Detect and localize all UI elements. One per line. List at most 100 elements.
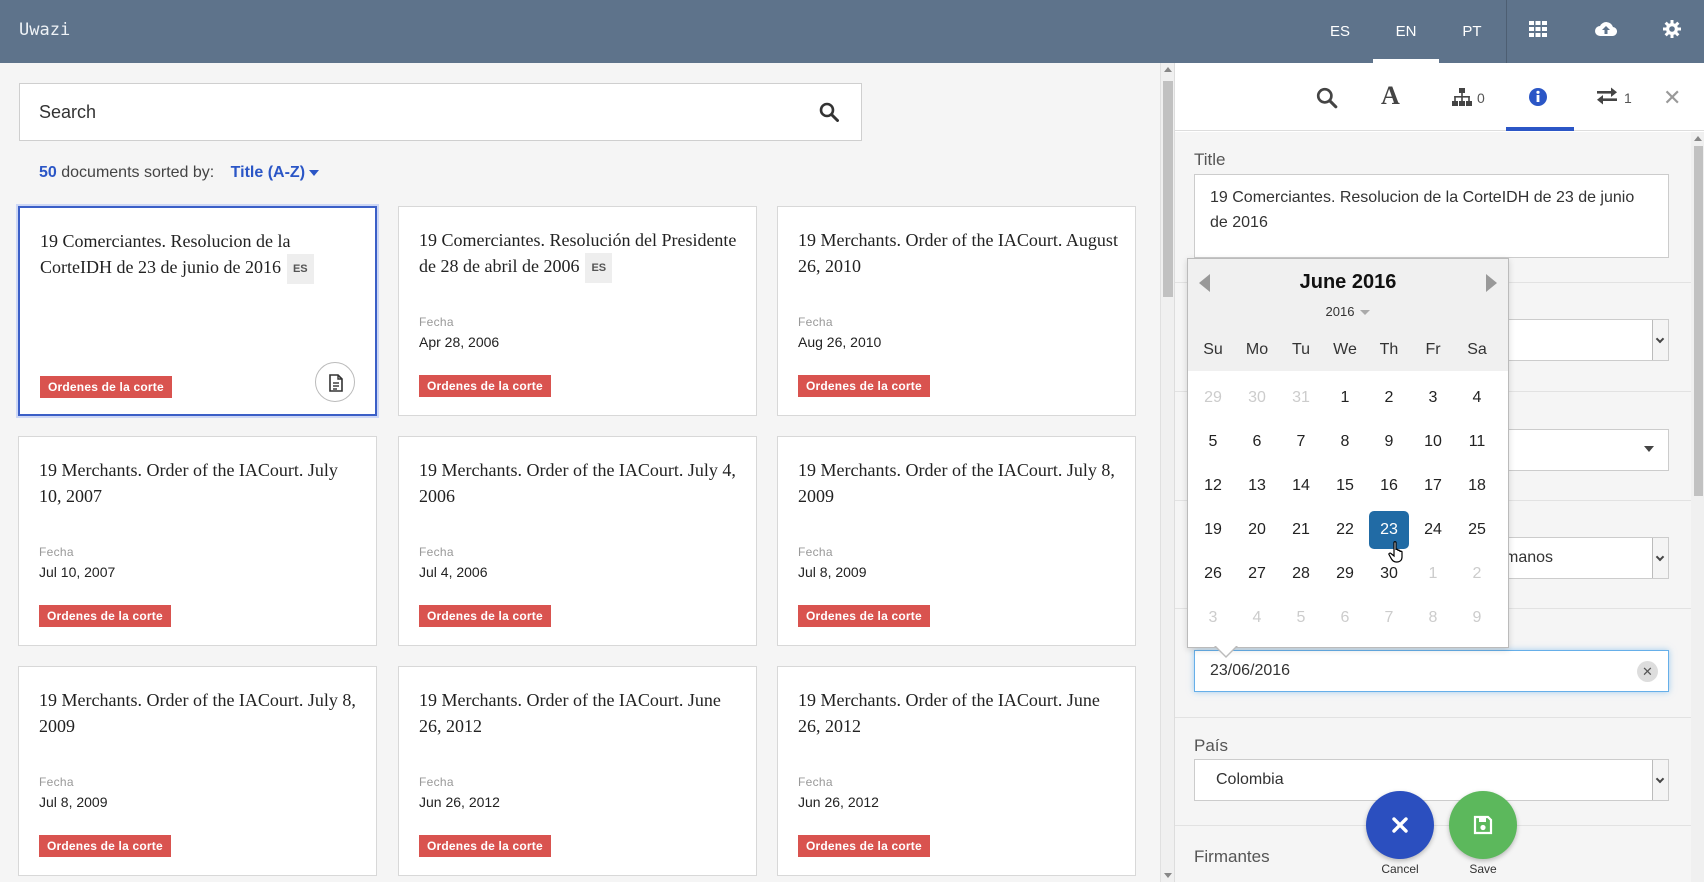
clear-date-icon[interactable]: ✕ [1637,661,1658,682]
calendar-day[interactable]: 2 [1369,379,1409,417]
scroll-down-arrow-icon[interactable] [1164,873,1172,878]
gear-icon[interactable] [1662,19,1686,43]
calendar-day[interactable]: 8 [1325,423,1365,461]
calendar-day[interactable]: 19 [1193,511,1233,549]
calendar-day[interactable]: 3 [1193,599,1233,637]
next-month-icon[interactable] [1486,274,1497,292]
calendar-day[interactable]: 7 [1281,423,1321,461]
pais-select[interactable]: Colombia [1194,759,1669,801]
cloud-upload-icon[interactable] [1595,19,1619,43]
lang-en[interactable]: EN [1373,0,1439,63]
calendar-day[interactable]: 6 [1237,423,1277,461]
document-card[interactable]: 19 Merchants. Order of the IACourt. July… [18,436,377,646]
calendar-day[interactable]: 9 [1369,423,1409,461]
calendar-day[interactable]: 1 [1325,379,1365,417]
tab-text[interactable]: A [1361,63,1429,131]
grid-icon[interactable] [1528,19,1552,43]
scrollbar-thumb[interactable] [1694,146,1703,496]
calendar-day[interactable]: 14 [1281,467,1321,505]
search-input[interactable]: Search [19,83,862,141]
scrollbar-thumb[interactable] [1163,81,1173,297]
document-card[interactable]: 19 Merchants. Order of the IACourt. July… [18,666,377,876]
metadata-value: Jul 8, 2009 [798,564,867,580]
calendar-day[interactable]: 20 [1237,511,1277,549]
tab-relationships[interactable]: 1 [1574,63,1642,131]
document-title: 19 Merchants. Order of the IACourt. July… [39,690,356,736]
sort-dropdown[interactable]: Title (A-Z) [231,164,320,181]
document-card[interactable]: 19 Merchants. Order of the IACourt. July… [777,436,1136,646]
hand-cursor-icon [1388,541,1406,568]
calendar-day[interactable]: 18 [1457,467,1497,505]
document-card[interactable]: 19 Merchants. Order of the IACourt. Augu… [777,206,1136,416]
calendar-day[interactable]: 17 [1413,467,1453,505]
calendar-day[interactable]: 22 [1325,511,1365,549]
language-badge: ES [585,253,613,283]
metadata-value: Jun 26, 2012 [419,794,500,810]
calendar-day[interactable]: 29 [1325,555,1365,593]
save-label[interactable]: Save [1443,862,1523,876]
calendar-day[interactable]: 4 [1237,599,1277,637]
calendar-day[interactable]: 28 [1281,555,1321,593]
calendar-day[interactable]: 5 [1281,599,1321,637]
scroll-up-arrow-icon[interactable] [1164,67,1172,72]
tab-info[interactable] [1506,63,1574,131]
datepicker-month: June 2016 [1299,271,1397,293]
calendar-day[interactable]: 27 [1237,555,1277,593]
metadata-label: Fecha [798,545,833,559]
calendar-day[interactable]: 7 [1369,599,1409,637]
library-scrollbar[interactable] [1160,63,1174,882]
template-tag: Ordenes de la corte [39,605,171,627]
calendar-day[interactable]: 12 [1193,467,1233,505]
metadata-label: Fecha [419,545,454,559]
calendar-day[interactable]: 10 [1413,423,1453,461]
save-button[interactable] [1449,791,1517,859]
cancel-button[interactable] [1366,791,1434,859]
calendar-day[interactable]: 1 [1413,555,1453,593]
search-icon[interactable] [819,102,839,127]
cancel-label[interactable]: Cancel [1360,862,1440,876]
calendar-day[interactable]: 24 [1413,511,1453,549]
calendar-day[interactable]: 3 [1413,379,1453,417]
calendar-day[interactable]: 13 [1237,467,1277,505]
document-card[interactable]: 19 Comerciantes. Resolución del Presiden… [398,206,757,416]
document-card[interactable]: 19 Merchants. Order of the IACourt. June… [398,666,757,876]
calendar-day[interactable]: 4 [1457,379,1497,417]
year-dropdown[interactable]: 2016 [1188,304,1508,319]
calendar-day[interactable]: 25 [1457,511,1497,549]
template-tag: Ordenes de la corte [798,375,930,397]
lang-es[interactable]: ES [1307,0,1373,63]
weekday-label: Tu [1291,341,1311,358]
calendar-day[interactable]: 11 [1457,423,1497,461]
calendar-day[interactable]: 9 [1457,599,1497,637]
select-value: manos [1505,549,1554,566]
calendar-day[interactable]: 2 [1457,555,1497,593]
view-document-button[interactable] [315,362,355,402]
document-card[interactable]: 19 Merchants. Order of the IACourt. June… [777,666,1136,876]
calendar-day[interactable]: 8 [1413,599,1453,637]
calendar-day[interactable]: 5 [1193,423,1233,461]
document-card[interactable]: 19 Merchants. Order of the IACourt. July… [398,436,757,646]
scroll-up-arrow-icon[interactable] [1694,136,1702,141]
select-spinner[interactable] [1652,320,1668,360]
calendar-day[interactable]: 31 [1281,379,1321,417]
document-card[interactable]: 19 Comerciantes. Resolucion de la CorteI… [18,206,377,416]
calendar-day[interactable]: 21 [1281,511,1321,549]
sort-summary: 50 documents sorted by: Title (A-Z) [39,164,320,182]
close-panel-icon[interactable]: ✕ [1663,85,1681,111]
datepicker-pointer-fill [1215,645,1237,656]
title-textarea[interactable]: 19 Comerciantes. Resolucion de la CorteI… [1194,174,1669,258]
panel-scrollbar[interactable] [1691,132,1704,882]
tab-connections[interactable]: 0 [1429,63,1497,131]
calendar-day[interactable]: 29 [1193,379,1233,417]
calendar-day[interactable]: 26 [1193,555,1233,593]
calendar-day[interactable]: 30 [1237,379,1277,417]
date-field[interactable]: 23/06/2016 ✕ [1194,650,1669,692]
calendar-day[interactable]: 15 [1325,467,1365,505]
select-spinner[interactable] [1652,538,1668,578]
calendar-day[interactable]: 6 [1325,599,1365,637]
lang-pt[interactable]: PT [1439,0,1505,63]
app-logo[interactable]: Uwazi [19,20,70,40]
select-spinner[interactable] [1652,760,1668,800]
tab-search[interactable] [1294,63,1362,131]
calendar-day[interactable]: 16 [1369,467,1409,505]
